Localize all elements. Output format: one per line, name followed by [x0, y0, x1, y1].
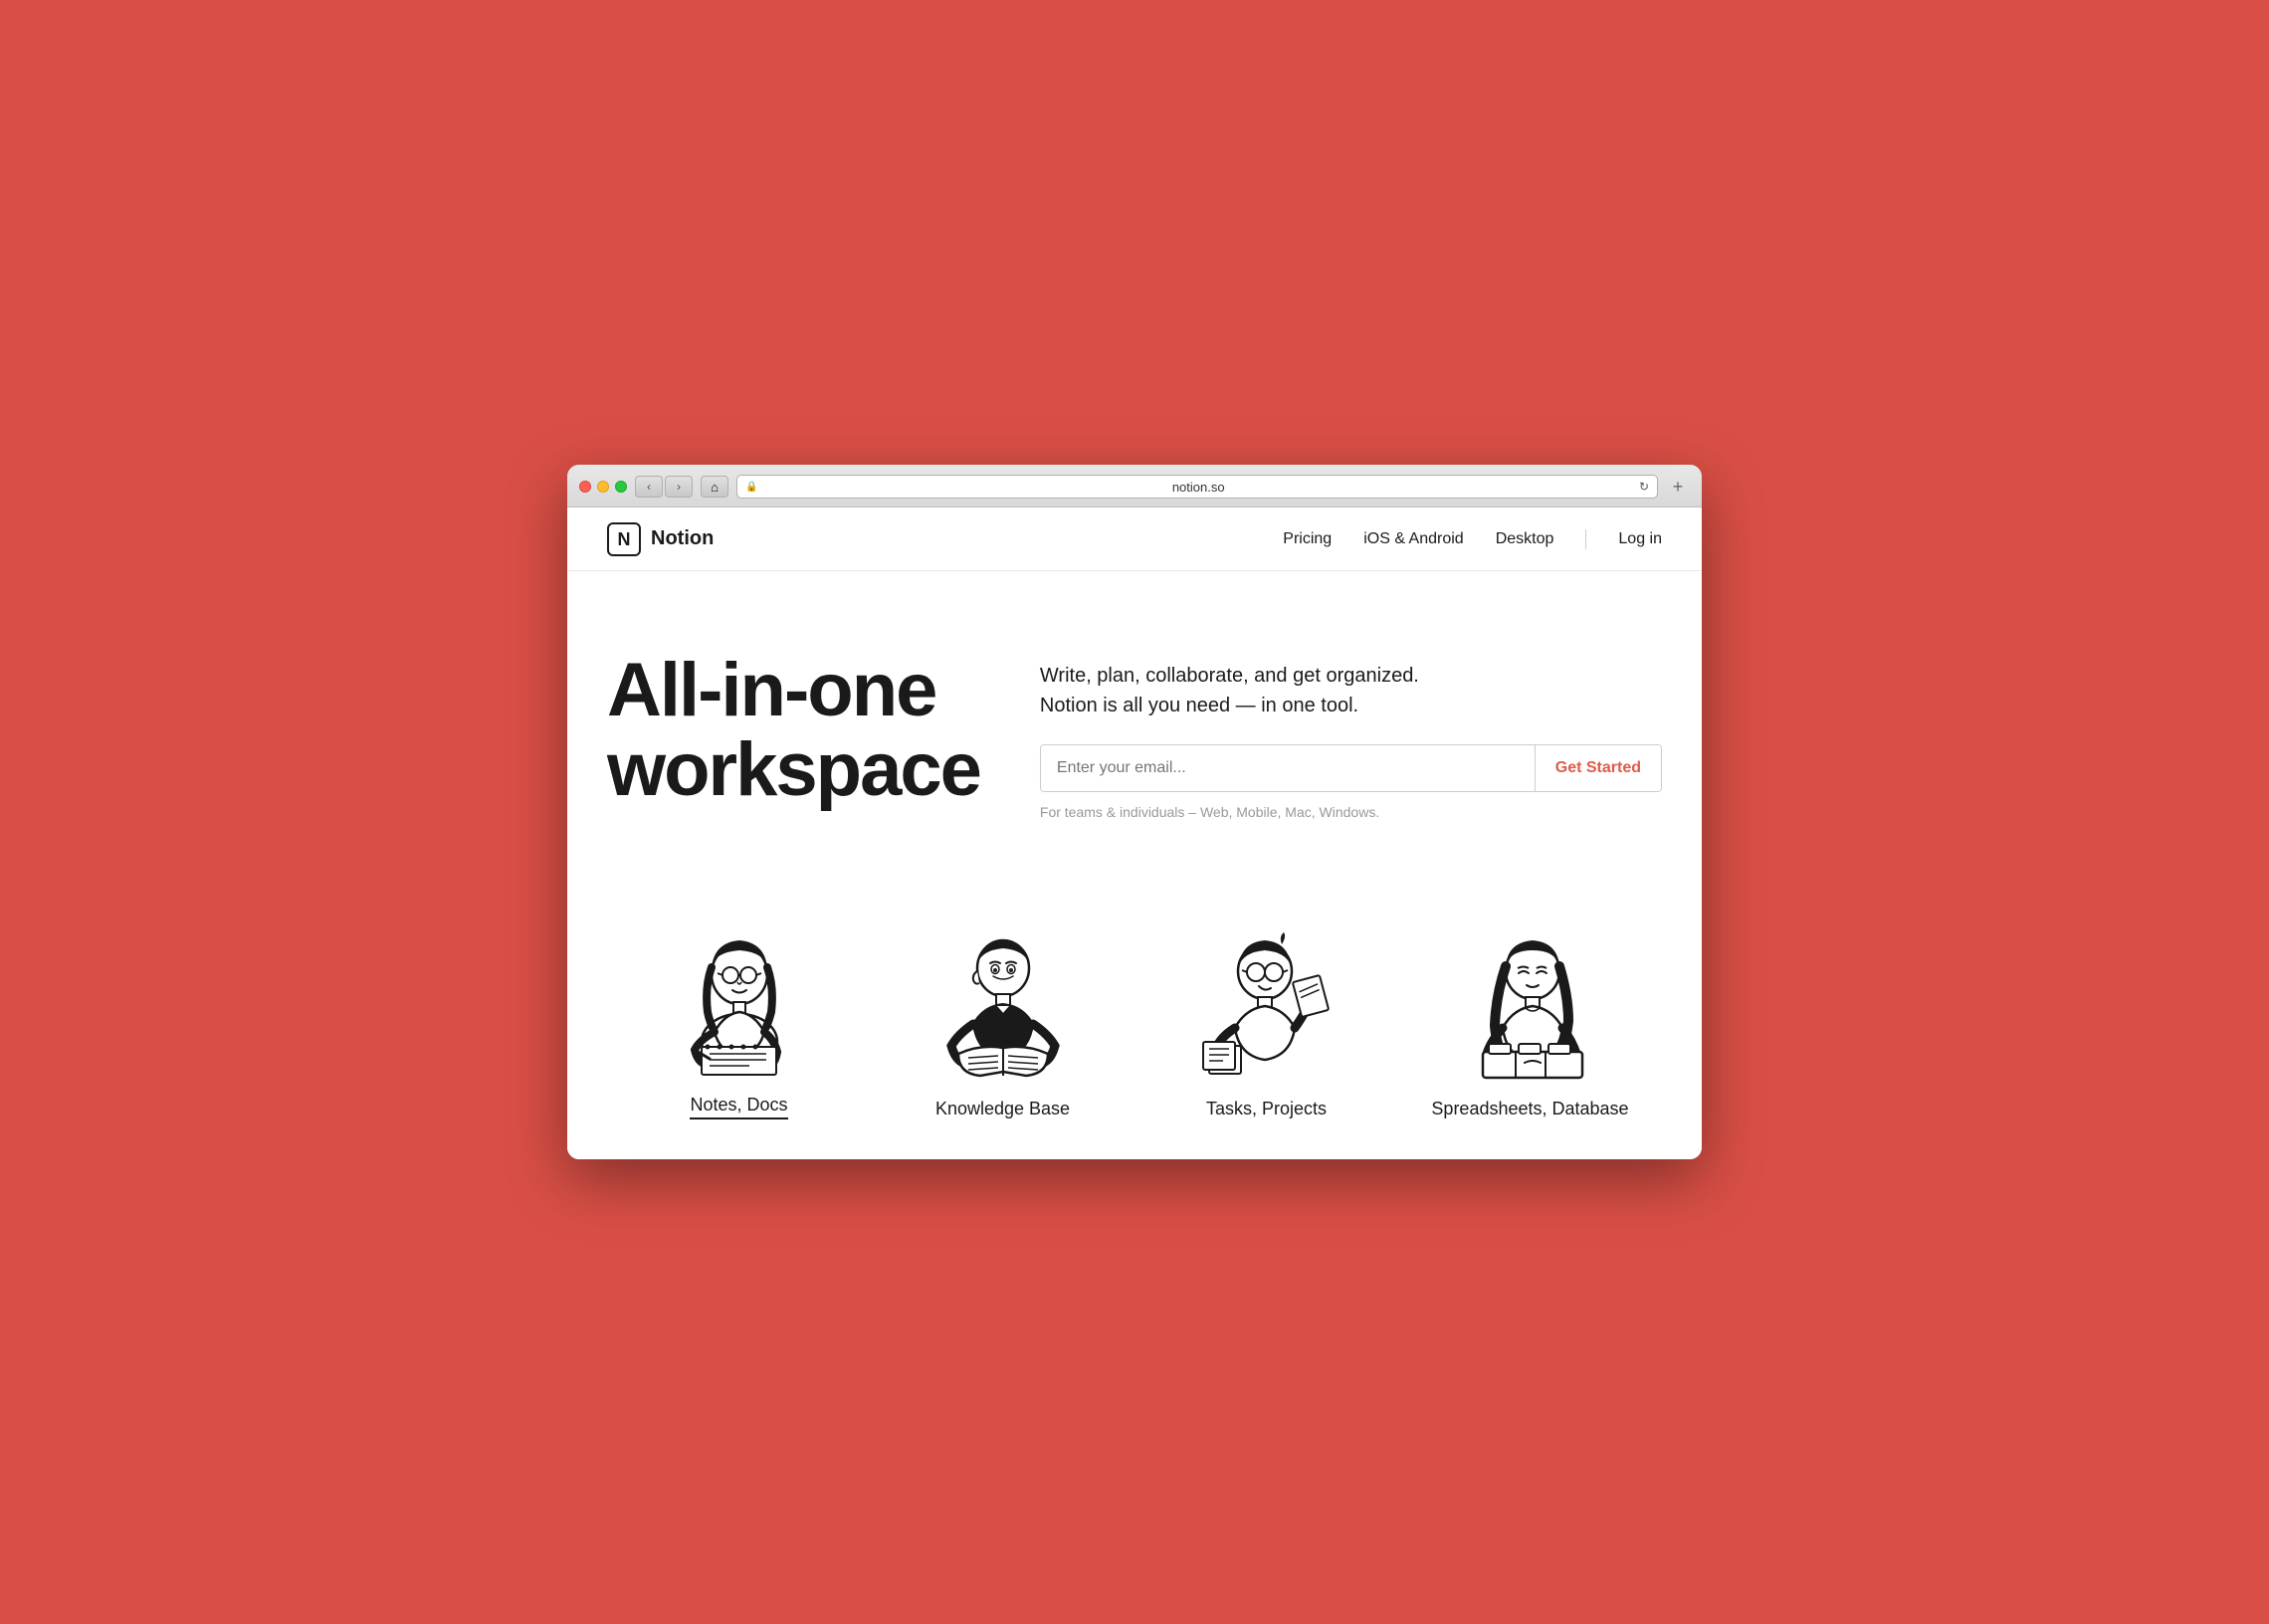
- new-tab-button[interactable]: +: [1666, 475, 1690, 499]
- email-form: Get Started: [1040, 744, 1662, 792]
- url-text: notion.so: [761, 480, 1634, 495]
- nav-ios-android[interactable]: iOS & Android: [1363, 530, 1464, 548]
- feature-tasks-projects[interactable]: Tasks, Projects: [1167, 904, 1366, 1119]
- feature-notes-docs[interactable]: Notes, Docs: [640, 900, 839, 1119]
- home-button[interactable]: ⌂: [701, 476, 728, 498]
- feature-spreadsheets[interactable]: Spreadsheets, Database: [1431, 904, 1630, 1119]
- minimize-button[interactable]: [597, 481, 609, 493]
- refresh-button[interactable]: ↻: [1639, 480, 1649, 494]
- traffic-lights: [579, 481, 627, 493]
- hero-title: All-in-one workspace: [607, 651, 980, 810]
- nav-login[interactable]: Log in: [1618, 530, 1662, 548]
- hero-subtitle: Write, plan, collaborate, and get organi…: [1040, 661, 1662, 720]
- browser-window: ‹ › ⌂ 🔒 notion.so ↻ + N Notion: [567, 465, 1702, 1159]
- hero-subtext: For teams & individuals – Web, Mobile, M…: [1040, 804, 1662, 820]
- nav-divider: [1585, 529, 1586, 549]
- feature-label-notes-docs: Notes, Docs: [690, 1095, 787, 1119]
- navbar: N Notion Pricing iOS & Android Desktop L…: [567, 508, 1702, 571]
- feature-label-knowledge-base: Knowledge Base: [935, 1099, 1070, 1119]
- knowledge-base-illustration: [914, 904, 1093, 1083]
- feature-label-spreadsheets: Spreadsheets, Database: [1431, 1099, 1628, 1119]
- email-input[interactable]: [1041, 745, 1535, 791]
- feature-knowledge-base[interactable]: Knowledge Base: [904, 904, 1103, 1119]
- forward-button[interactable]: ›: [665, 476, 693, 498]
- hero-left: All-in-one workspace: [607, 651, 980, 810]
- close-button[interactable]: [579, 481, 591, 493]
- nav-buttons: ‹ ›: [635, 476, 693, 498]
- logo-area: N Notion: [607, 522, 1283, 556]
- nav-pricing[interactable]: Pricing: [1283, 530, 1332, 548]
- hero-right: Write, plan, collaborate, and get organi…: [1040, 651, 1662, 820]
- browser-content: N Notion Pricing iOS & Android Desktop L…: [567, 508, 1702, 1159]
- back-button[interactable]: ‹: [635, 476, 663, 498]
- tasks-projects-illustration: [1177, 904, 1356, 1083]
- nav-desktop[interactable]: Desktop: [1496, 530, 1554, 548]
- notes-docs-illustration: [650, 900, 829, 1079]
- maximize-button[interactable]: [615, 481, 627, 493]
- spreadsheets-illustration: [1441, 904, 1620, 1083]
- hero-section: All-in-one workspace Write, plan, collab…: [567, 571, 1702, 880]
- notion-logo-icon[interactable]: N: [607, 522, 641, 556]
- address-bar[interactable]: 🔒 notion.so ↻: [736, 475, 1658, 499]
- lock-icon: 🔒: [745, 482, 757, 493]
- browser-chrome: ‹ › ⌂ 🔒 notion.so ↻ +: [567, 465, 1702, 508]
- nav-links: Pricing iOS & Android Desktop Log in: [1283, 529, 1662, 549]
- features-section: Notes, Docs: [567, 880, 1702, 1159]
- feature-label-tasks-projects: Tasks, Projects: [1206, 1099, 1327, 1119]
- get-started-button[interactable]: Get Started: [1535, 745, 1661, 791]
- logo-text[interactable]: Notion: [651, 527, 714, 550]
- svg-text:N: N: [618, 529, 631, 549]
